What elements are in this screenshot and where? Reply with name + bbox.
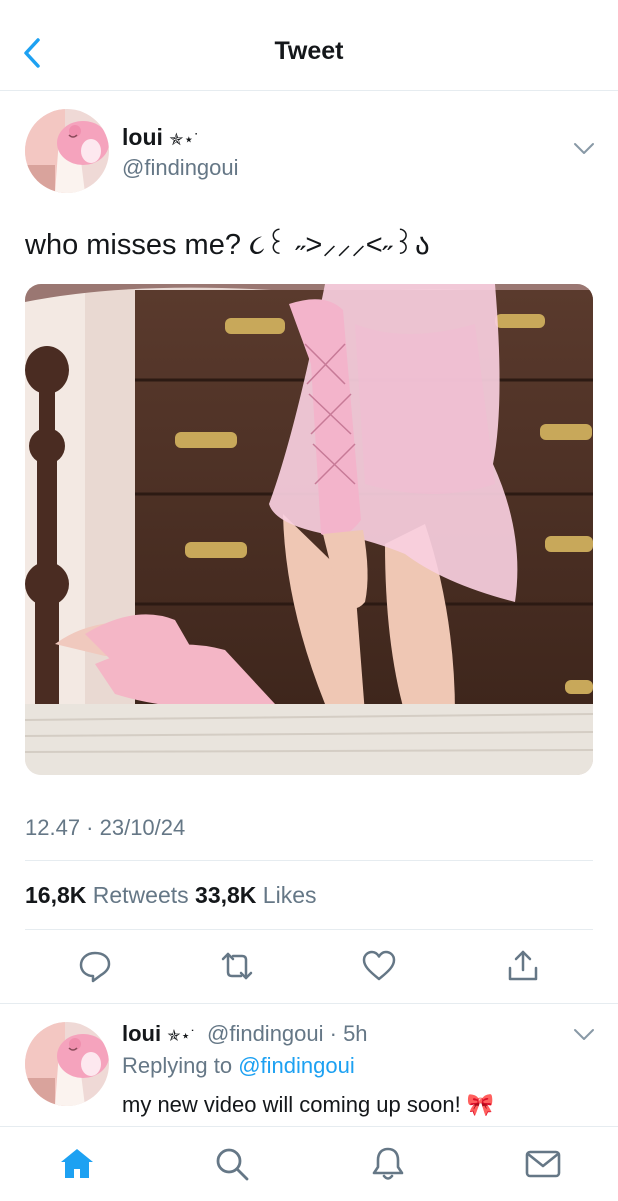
reply-display-name-text: loui [122, 1021, 162, 1046]
retweets-count: 16,8K [25, 882, 87, 908]
speech-bubble-icon[interactable] [77, 948, 113, 984]
heart-icon[interactable] [361, 948, 397, 984]
replying-handle-link[interactable]: @findingoui [238, 1053, 355, 1078]
mail-icon[interactable] [524, 1145, 562, 1183]
reply-avatar[interactable] [25, 1022, 109, 1106]
tweet-media-image[interactable] [25, 284, 593, 775]
divider [25, 929, 593, 930]
tweet-timestamp: 12.47 · 23/10/24 [25, 815, 186, 840]
page-title: Tweet [274, 37, 344, 65]
user-handle[interactable]: @findingoui [122, 155, 239, 181]
reply-handle-time[interactable]: @findingoui · 5h [207, 1021, 368, 1047]
bell-icon[interactable] [369, 1145, 407, 1183]
tweet-text: who misses me? ૮꒰ ˶>⸝⸝⸝<˶꒱ა [25, 229, 430, 261]
chevron-down-icon[interactable] [572, 1027, 596, 1043]
avatar[interactable] [25, 109, 109, 193]
retweets-stat[interactable]: 16,8K Retweets [25, 882, 189, 908]
divider [25, 860, 593, 861]
reply-text: my new video will coming up soon! 🎀 [122, 1092, 495, 1117]
likes-label: Likes [262, 882, 317, 908]
name-decoration: ✯⋆˙ [169, 130, 200, 149]
reply-name-decoration: ✯⋆˙ [167, 1028, 196, 1045]
reply-display-name[interactable]: loui ✯⋆˙ [122, 1021, 196, 1047]
chevron-down-icon[interactable] [572, 141, 596, 157]
replying-prefix: Replying to [122, 1053, 233, 1078]
search-icon[interactable] [213, 1145, 251, 1183]
retweets-label: Retweets [92, 882, 189, 908]
display-name[interactable]: loui ✯⋆˙ [122, 124, 200, 151]
retweet-icon[interactable] [219, 948, 255, 984]
display-name-text: loui [122, 124, 163, 150]
tweet-stats: 16,8K Retweets 33,8K Likes [25, 882, 317, 909]
replying-to: Replying to @findingoui [122, 1053, 355, 1079]
likes-stat[interactable]: 33,8K Likes [195, 882, 316, 908]
divider [0, 1003, 618, 1004]
likes-count: 33,8K [195, 882, 257, 908]
home-icon[interactable] [58, 1145, 96, 1183]
share-icon[interactable] [505, 948, 541, 984]
